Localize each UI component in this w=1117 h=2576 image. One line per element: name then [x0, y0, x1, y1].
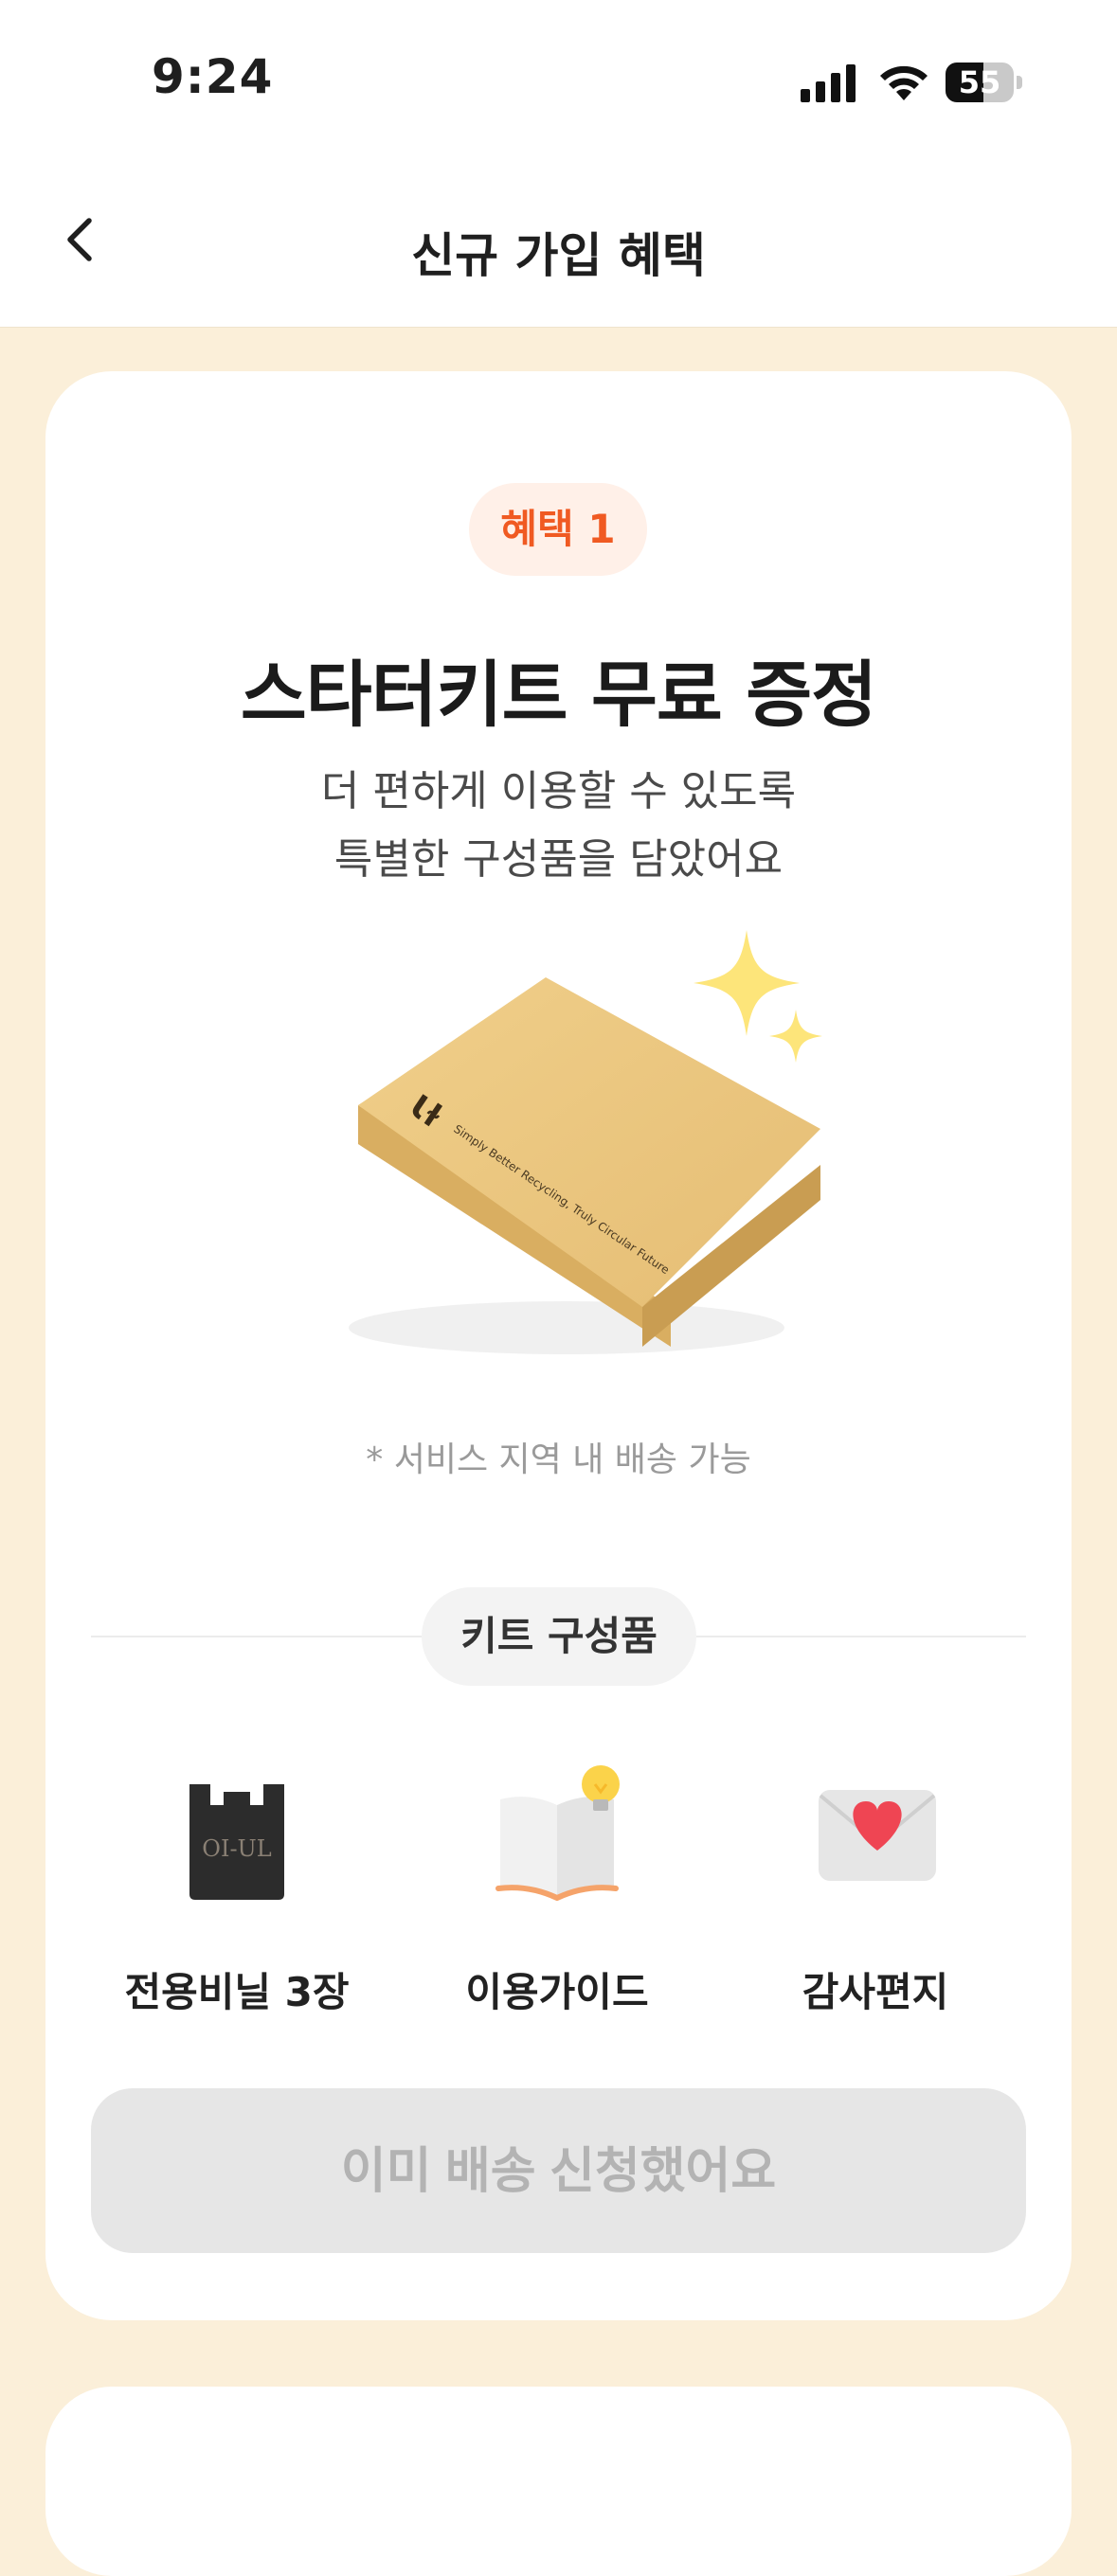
kit-item-bags: OI-UL 전용비닐 3장	[95, 1763, 379, 2018]
kit-item-guide: 이용가이드	[415, 1763, 699, 2018]
battery-level: 55	[958, 64, 1001, 100]
sparkle-icon	[769, 1010, 822, 1063]
kit-item-label: 이용가이드	[465, 1969, 649, 2015]
kit-item-label: 전용비닐 3장	[124, 1969, 350, 2015]
subtitle-line-1: 더 편하게 이용할 수 있도록	[320, 767, 797, 815]
heart-letter-icon	[819, 1790, 936, 1881]
benefit-card: 혜택 1 스타터키트 무료 증정 더 편하게 이용할 수 있도록 특별한 구성품…	[45, 371, 1072, 2320]
subtitle-line-2: 특별한 구성품을 담았어요	[333, 835, 784, 884]
kit-item-letter: 감사편지	[733, 1763, 1018, 2018]
next-benefit-card	[45, 2387, 1072, 2576]
sparkle-icon	[694, 930, 800, 1036]
status-time: 9:24	[152, 49, 274, 104]
delivery-note: * 서비스 지역 내 배송 가능	[366, 1440, 751, 1479]
plastic-bag-icon: OI-UL	[189, 1784, 284, 1900]
benefit-badge: 혜택 1	[469, 483, 647, 576]
guide-book-icon	[495, 1765, 620, 1902]
already-requested-button[interactable]: 이미 배송 신청했어요	[91, 2088, 1026, 2253]
benefit-subtitle: 더 편하게 이용할 수 있도록 특별한 구성품을 담았어요	[45, 758, 1072, 894]
starter-kit-box-illustration: Ɩɫ Simply Better Recycling, Truly Circul…	[349, 930, 822, 1354]
bag-brand-text: OI-UL	[202, 1835, 271, 1862]
battery-icon: 55	[946, 63, 1022, 102]
page-title: 신규 가입 혜택	[411, 228, 706, 283]
status-bar: 9:24 55	[0, 0, 1117, 166]
kit-item-label: 감사편지	[802, 1969, 949, 2015]
nav-header: 신규 가입 혜택	[0, 166, 1117, 328]
kit-components-label: 키트 구성품	[422, 1587, 696, 1686]
benefit-title: 스타터키트 무료 증정	[240, 653, 877, 737]
cellular-signal-icon	[801, 64, 856, 102]
wifi-icon	[880, 65, 928, 100]
